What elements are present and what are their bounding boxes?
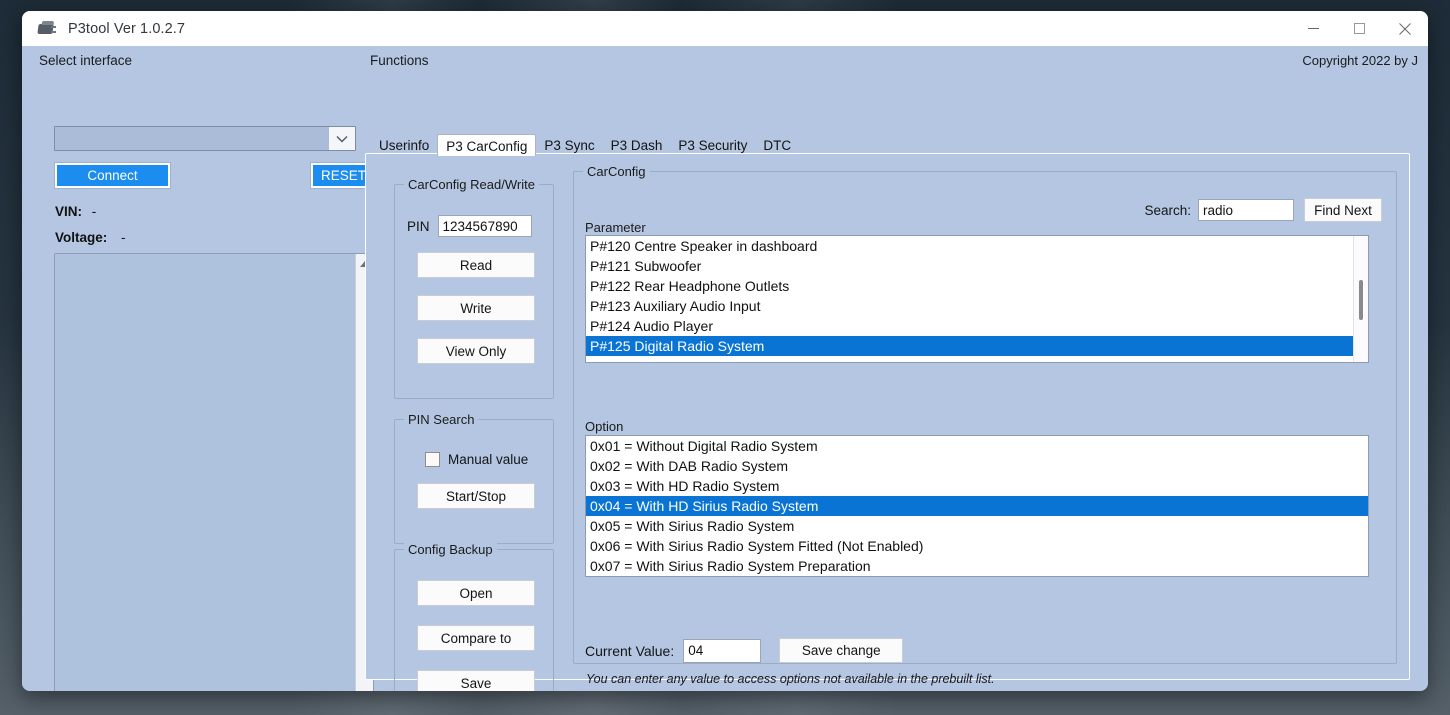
list-item[interactable]: 0x05 = With Sirius Radio System (586, 516, 1368, 536)
pin-search-title: PIN Search (404, 412, 479, 427)
parameter-scrollbar-thumb[interactable] (1359, 280, 1363, 320)
pin-input[interactable] (437, 215, 532, 237)
list-item-selected[interactable]: 0x04 = With HD Sirius Radio System (586, 496, 1368, 516)
view-only-button[interactable]: View Only (417, 338, 535, 364)
log-output-text (55, 254, 355, 691)
current-value-input[interactable] (683, 638, 762, 663)
compare-to-button[interactable]: Compare to (417, 625, 535, 651)
list-item[interactable]: P#124 Audio Player (586, 316, 1368, 336)
list-item[interactable]: P#122 Rear Headphone Outlets (586, 276, 1368, 296)
list-item[interactable]: 0x01 = Without Digital Radio System (586, 436, 1368, 456)
list-item-selected[interactable]: P#125 Digital Radio System (586, 336, 1368, 356)
search-label: Search: (1144, 202, 1191, 218)
parameter-listbox[interactable]: P#120 Centre Speaker in dashboard P#121 … (585, 235, 1369, 363)
list-item[interactable]: P#123 Auxiliary Audio Input (586, 296, 1368, 316)
manual-value-label: Manual value (448, 452, 529, 467)
list-item[interactable]: 0x07 = With Sirius Radio System Preparat… (586, 556, 1368, 576)
list-item[interactable]: 0x06 = With Sirius Radio System Fitted (… (586, 536, 1368, 556)
config-backup-title: Config Backup (404, 542, 497, 557)
vin-label: VIN: (55, 204, 82, 219)
close-icon[interactable] (1382, 11, 1428, 46)
functions-label: Functions (370, 53, 429, 68)
write-button[interactable]: Write (417, 295, 535, 321)
list-item[interactable]: P#120 Centre Speaker in dashboard (586, 236, 1368, 256)
config-backup-group: Config Backup Open Compare to Save (394, 542, 554, 691)
save-change-button[interactable]: Save change (779, 638, 904, 663)
copyright-label: Copyright 2022 by J (1302, 53, 1418, 68)
voltage-value: - (121, 230, 126, 245)
carconfig-tab-panel: CarConfig Read/Write PIN Read Write View… (365, 153, 1410, 691)
option-listbox[interactable]: 0x01 = Without Digital Radio System 0x02… (585, 435, 1369, 577)
maximize-icon[interactable] (1336, 11, 1382, 46)
save-button[interactable]: Save (417, 670, 535, 691)
vin-value: - (91, 204, 97, 219)
voltage-label: Voltage: (55, 230, 108, 245)
carconfig-read-write-group: CarConfig Read/Write PIN Read Write View… (394, 177, 554, 399)
log-output-box (54, 253, 374, 691)
tab-p3-carconfig[interactable]: P3 CarConfig (437, 134, 537, 156)
window-title: P3tool Ver 1.0.2.7 (68, 20, 186, 37)
carconfig-group: CarConfig Search: Find Next Parameter P#… (573, 164, 1397, 686)
interface-select[interactable] (54, 126, 356, 151)
search-input[interactable] (1198, 199, 1294, 221)
connect-button[interactable]: Connect (55, 163, 170, 188)
manual-value-checkbox-row[interactable]: Manual value (425, 452, 528, 467)
minimize-icon[interactable] (1290, 11, 1336, 46)
left-panel: Select interface Connect RESET VIN: - Vo… (38, 53, 376, 691)
voltage-row: Voltage: - (55, 230, 126, 245)
current-value-row: Current Value: Save change (585, 638, 904, 663)
option-label: Option (585, 419, 624, 434)
pin-label: PIN (407, 218, 430, 234)
find-next-button[interactable]: Find Next (1304, 198, 1382, 222)
parameter-scrollbar[interactable] (1353, 236, 1368, 362)
window-body: Select interface Connect RESET VIN: - Vo… (22, 46, 1428, 691)
carconfig-title: CarConfig (583, 164, 650, 179)
pin-search-group: PIN Search Manual value Start/Stop (394, 412, 554, 544)
title-bar: P3tool Ver 1.0.2.7 (22, 11, 1428, 46)
open-button[interactable]: Open (417, 580, 535, 606)
window-controls (1290, 11, 1428, 46)
app-window: P3tool Ver 1.0.2.7 Select interface Conn… (22, 11, 1428, 691)
list-item[interactable]: P#121 Subwoofer (586, 256, 1368, 276)
start-stop-button[interactable]: Start/Stop (417, 483, 535, 509)
chip-icon (36, 21, 58, 37)
value-hint-text: You can enter any value to access option… (586, 672, 995, 686)
search-row: Search: Find Next (1144, 198, 1382, 222)
pin-row: PIN (407, 215, 532, 237)
read-button[interactable]: Read (417, 252, 535, 278)
list-item[interactable]: 0x02 = With DAB Radio System (586, 456, 1368, 476)
vin-row: VIN: - (55, 204, 96, 219)
select-interface-label: Select interface (39, 53, 133, 68)
right-panel: Functions Copyright 2022 by J Userinfo P… (348, 53, 1420, 691)
current-value-label: Current Value: (585, 642, 675, 659)
manual-value-checkbox[interactable] (425, 452, 440, 467)
carconfig-read-write-title: CarConfig Read/Write (404, 177, 539, 192)
parameter-label: Parameter (585, 220, 646, 235)
list-item[interactable]: 0x03 = With HD Radio System (586, 476, 1368, 496)
